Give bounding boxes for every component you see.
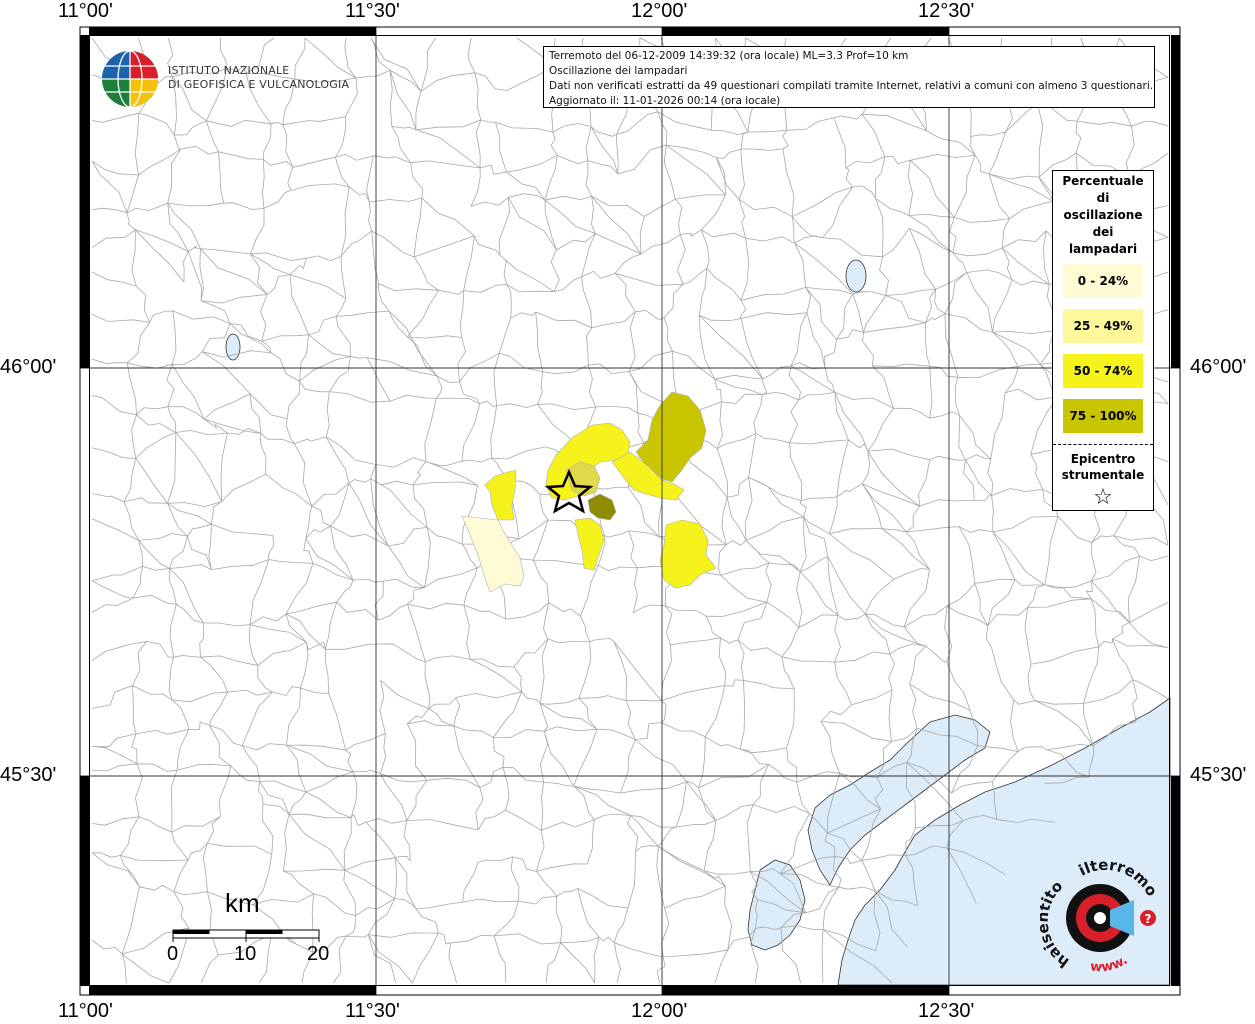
legend-epicenter-label: Epicentro strumentale bbox=[1061, 452, 1145, 482]
municipality-pct-0-24 bbox=[461, 515, 525, 593]
ingv-logo-text: ISTITUTO NAZIONALE DI GEOFISICA E VULCAN… bbox=[168, 64, 350, 91]
lake-santa-croce bbox=[845, 259, 867, 293]
map-subject: Oscillazione dei lampadari bbox=[549, 65, 688, 77]
event-title: Terremoto del 06-12-2009 14:39:32 (ora l… bbox=[549, 50, 909, 62]
scale-bar bbox=[172, 929, 320, 942]
legend-separator bbox=[1053, 444, 1153, 445]
legend-star-icon: ☆ bbox=[1093, 485, 1113, 510]
tick-bottom-1: 11°00' bbox=[58, 1000, 113, 1022]
data-note: Dati non verificati estratti da 49 quest… bbox=[549, 80, 1154, 92]
ingv-logo-icon bbox=[102, 50, 158, 108]
scale-tick-10: 10 bbox=[234, 943, 257, 965]
tick-top-4: 12°30' bbox=[918, 0, 975, 22]
haisentito-logo-icon: ? haisentito ilterremoto.it www. bbox=[1040, 860, 1160, 976]
legend-item-75-100: 75 - 100% bbox=[1063, 399, 1143, 433]
legend-item-50-74: 50 - 74% bbox=[1063, 354, 1143, 388]
scale-tick-0: 0 bbox=[167, 943, 179, 965]
municipality-epicenter-dark bbox=[587, 493, 617, 521]
tick-top-3: 12°00' bbox=[631, 0, 688, 22]
tick-bottom-2: 11°30' bbox=[345, 1000, 400, 1022]
svg-text:?: ? bbox=[1145, 912, 1152, 926]
legend-title: Percentuale di oscillazione dei lampadar… bbox=[1062, 174, 1144, 256]
tick-bottom-3: 12°00' bbox=[631, 1000, 688, 1022]
tick-right-1: 46°00' bbox=[1190, 356, 1247, 378]
municipality-fills bbox=[461, 391, 717, 593]
tick-bottom-4: 12°30' bbox=[918, 1000, 975, 1022]
event-info-box: Terremoto del 06-12-2009 14:39:32 (ora l… bbox=[543, 46, 1155, 108]
legend: Percentuale di oscillazione dei lampadar… bbox=[1052, 170, 1154, 511]
legend-item-0-24: 0 - 24% bbox=[1063, 264, 1143, 298]
tick-right-2: 45°30' bbox=[1190, 764, 1247, 786]
municipality-pct-50-74-a bbox=[484, 469, 517, 521]
tick-left-2: 45°30' bbox=[0, 764, 57, 786]
scale-tick-20: 20 bbox=[307, 943, 330, 965]
svg-text:www.: www. bbox=[1090, 953, 1131, 976]
scale-unit: km bbox=[225, 888, 260, 918]
municipality-pct-50-74-e bbox=[659, 519, 717, 589]
tick-top-1: 11°00' bbox=[58, 0, 113, 22]
tick-top-2: 11°30' bbox=[345, 0, 400, 22]
legend-item-25-49: 25 - 49% bbox=[1063, 309, 1143, 343]
tick-left-1: 46°00' bbox=[0, 356, 57, 378]
updated-timestamp: Aggiornato il: 11-01-2026 00:14 (ora loc… bbox=[549, 95, 781, 107]
